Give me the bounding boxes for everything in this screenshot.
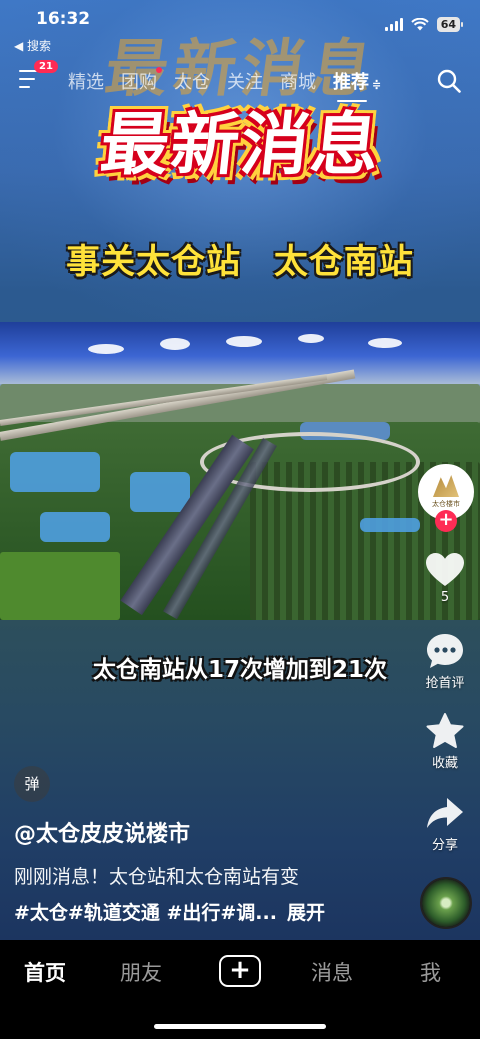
home-indicator	[154, 1024, 326, 1029]
avatar-text: 太仓楼市	[432, 500, 460, 508]
comment-icon	[427, 634, 463, 668]
back-to-search-link[interactable]: ◀ 搜索	[14, 37, 51, 54]
tab-featured[interactable]: 精选	[68, 68, 104, 94]
pond	[40, 512, 110, 542]
cellular-signal-icon	[384, 18, 403, 31]
pond	[130, 472, 190, 512]
tab-label: 精选	[68, 72, 104, 93]
like-button[interactable]: 5	[414, 552, 476, 605]
author-name[interactable]: @太仓皮皮说楼市	[14, 816, 190, 848]
video-tags: #太仓#轨道交通 #出行#调... 展开	[14, 898, 325, 925]
heart-icon	[426, 553, 464, 586]
cloud	[88, 344, 124, 354]
status-time: 16:32	[36, 9, 91, 29]
bright-field	[0, 552, 120, 620]
cloud	[226, 336, 262, 347]
video-description: 刚刚消息！太仓站和太仓南站有变	[14, 866, 300, 888]
create-post-button[interactable]: +	[219, 955, 261, 987]
cloud	[160, 338, 190, 350]
tab-following[interactable]: 关注	[227, 68, 263, 94]
pond	[360, 518, 420, 532]
tab-local[interactable]: 太仓	[174, 68, 210, 94]
notification-dot	[156, 67, 162, 73]
wifi-icon	[410, 18, 429, 31]
tab-label: 团购	[121, 72, 157, 93]
tab-mall[interactable]: 商城	[280, 68, 316, 94]
bottom-tab-bar: 首页 朋友 + 消息 我	[0, 940, 480, 1039]
tab-group-buy[interactable]: 团购	[121, 67, 162, 94]
share-arrow-icon	[427, 798, 463, 828]
aerial-photo	[0, 322, 480, 620]
cloud	[368, 338, 402, 348]
share-label: 分享	[431, 838, 458, 853]
tab-label: 推荐	[333, 72, 369, 93]
danmu-toggle-button[interactable]: 弹	[14, 766, 50, 802]
video-caption: 太仓南站从17次增加到21次	[92, 657, 387, 683]
author-avatar-button[interactable]: 太仓楼市 +	[418, 464, 474, 532]
tab-recommended[interactable]: 推荐 ≑	[333, 68, 382, 102]
favorite-button[interactable]: 收藏	[414, 712, 476, 771]
music-disc-icon[interactable]	[420, 877, 472, 929]
battery-icon: 64	[436, 17, 464, 32]
tab-home[interactable]: 首页	[24, 957, 66, 987]
tab-label: 商城	[280, 72, 316, 93]
tab-more-icon: ≑	[372, 78, 382, 91]
search-icon[interactable]	[437, 69, 461, 93]
top-tabs: 精选 团购 太仓 关注 商城 推荐 ≑	[68, 67, 382, 102]
share-button[interactable]: 分享	[414, 796, 476, 853]
tab-messages[interactable]: 消息	[311, 957, 353, 987]
video-subheadline: 事关太仓站 太仓南站	[66, 242, 414, 282]
tab-friends[interactable]: 朋友	[120, 957, 162, 987]
video-headline: 最新消息	[96, 106, 386, 185]
photo-sky	[0, 322, 480, 384]
tab-label: 太仓	[174, 72, 210, 93]
status-indicators: 64	[384, 17, 464, 32]
pond	[10, 452, 100, 492]
follow-button[interactable]: +	[435, 510, 457, 532]
comment-button[interactable]: 抢首评	[414, 632, 476, 691]
favorite-label: 收藏	[431, 756, 458, 771]
menu-badge: 21	[34, 60, 58, 73]
like-count: 5	[440, 590, 450, 605]
tab-label: 关注	[227, 72, 263, 93]
tab-me[interactable]: 我	[420, 957, 441, 987]
comment-label: 抢首评	[425, 676, 465, 691]
star-icon	[426, 713, 464, 748]
cloud	[298, 334, 324, 343]
menu-icon[interactable]	[19, 70, 41, 90]
avatar-logo-icon	[433, 475, 459, 497]
expand-button[interactable]: 展开	[287, 902, 325, 924]
hashtag-list[interactable]: #太仓#轨道交通 #出行#调...	[14, 902, 277, 924]
